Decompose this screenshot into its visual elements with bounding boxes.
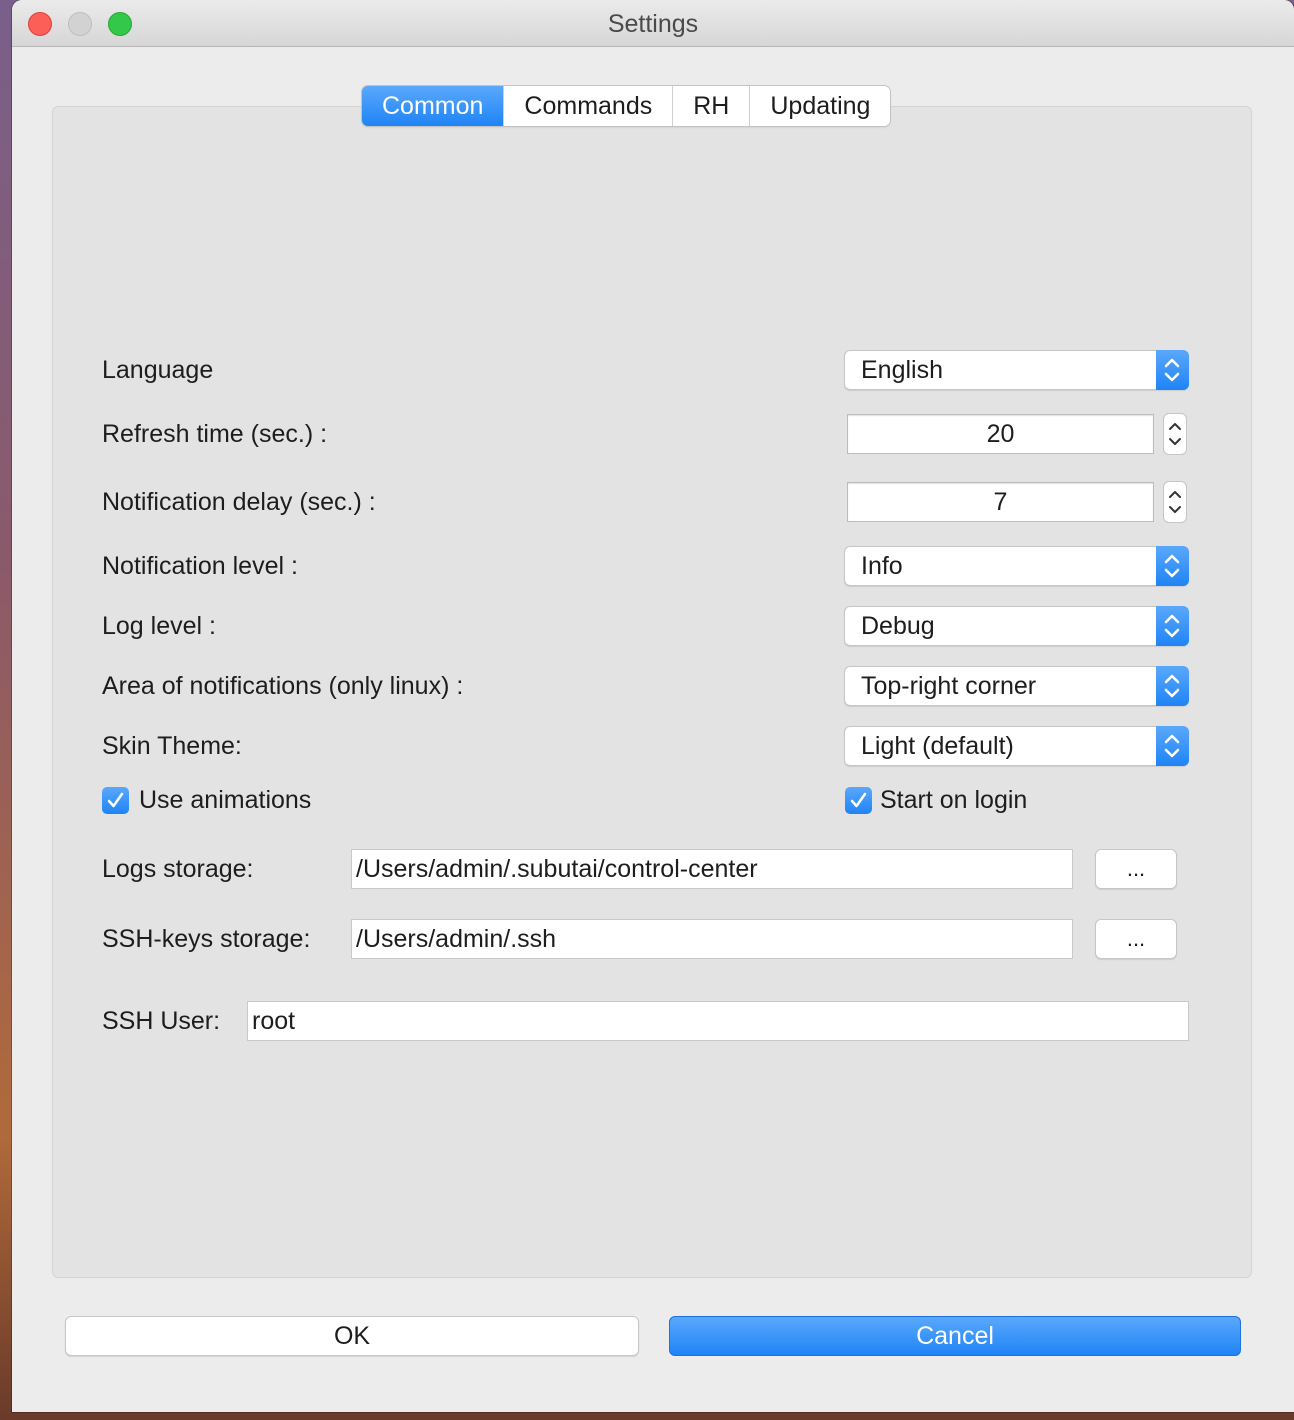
logs-storage-browse-button[interactable]: ...	[1095, 849, 1177, 889]
tab-common[interactable]: Common	[362, 86, 505, 126]
window-title: Settings	[607, 10, 699, 38]
tab-commands[interactable]: Commands	[504, 86, 674, 126]
ssh-user-label: SSH User:	[102, 1007, 221, 1035]
refresh-time-stepper[interactable]	[1163, 413, 1187, 455]
chevron-updown-icon	[1156, 606, 1189, 646]
chevron-updown-icon	[1156, 350, 1189, 390]
refresh-time-label: Refresh time (sec.) :	[102, 420, 328, 448]
title-bar: Settings	[12, 0, 1294, 47]
chevron-updown-icon	[1156, 546, 1189, 586]
refresh-time-input[interactable]: 20	[847, 414, 1154, 454]
chevron-updown-icon	[1156, 726, 1189, 766]
language-label: Language	[102, 356, 214, 384]
log-level-value: Debug	[861, 612, 935, 640]
stepper-arrows-icon	[1169, 423, 1181, 445]
tab-rh[interactable]: RH	[673, 86, 751, 126]
notification-area-label: Area of notifications (only linux) :	[102, 672, 464, 700]
notification-delay-label: Notification delay (sec.) :	[102, 488, 376, 516]
checkmark-icon	[107, 792, 124, 808]
tab-bar: Common Commands RH Updating	[362, 86, 891, 126]
language-value: English	[861, 356, 943, 384]
cancel-button[interactable]: Cancel	[669, 1316, 1241, 1356]
notification-delay-input[interactable]: 7	[847, 482, 1154, 522]
stepper-arrows-icon	[1169, 491, 1181, 513]
ok-button[interactable]: OK	[65, 1316, 639, 1356]
chevron-updown-icon	[1156, 666, 1189, 706]
logs-storage-input[interactable]: /Users/admin/.subutai/control-center	[351, 849, 1073, 889]
notification-area-value: Top-right corner	[861, 672, 1037, 700]
start-on-login-checkbox[interactable]	[845, 787, 872, 814]
skin-theme-label: Skin Theme:	[102, 732, 242, 760]
ssh-user-input[interactable]: root	[247, 1001, 1189, 1041]
log-level-select[interactable]: Debug	[844, 606, 1189, 646]
notification-delay-stepper[interactable]	[1163, 481, 1187, 523]
ssh-keys-storage-label: SSH-keys storage:	[102, 925, 311, 953]
notification-level-select[interactable]: Info	[844, 546, 1189, 586]
logs-storage-label: Logs storage:	[102, 855, 254, 883]
language-select[interactable]: English	[844, 350, 1189, 390]
skin-theme-select[interactable]: Light (default)	[844, 726, 1189, 766]
notification-level-label: Notification level :	[102, 552, 298, 580]
ssh-keys-storage-input[interactable]: /Users/admin/.ssh	[351, 919, 1073, 959]
tab-updating[interactable]: Updating	[750, 86, 891, 126]
start-on-login-label[interactable]: Start on login	[880, 786, 1027, 815]
settings-window: Settings Common Commands RH Updating Lan…	[12, 0, 1294, 1412]
use-animations-checkbox[interactable]	[102, 787, 129, 814]
skin-theme-value: Light (default)	[861, 732, 1014, 760]
ssh-keys-storage-browse-button[interactable]: ...	[1095, 919, 1177, 959]
use-animations-label[interactable]: Use animations	[139, 786, 311, 815]
log-level-label: Log level :	[102, 612, 216, 640]
checkmark-icon	[850, 792, 867, 808]
notification-level-value: Info	[861, 552, 903, 580]
notification-area-select[interactable]: Top-right corner	[844, 666, 1189, 706]
